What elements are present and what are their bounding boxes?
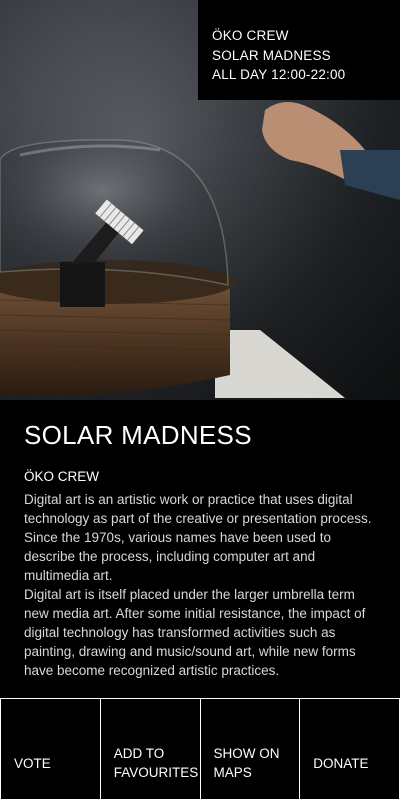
show-on-maps-button[interactable]: SHOW ON MAPS [199, 698, 301, 800]
maps-label-line1: SHOW ON [213, 746, 280, 761]
event-info-box: ÖKO CREW SOLAR MADNESS ALL DAY 12:00-22:… [198, 0, 400, 100]
favourites-label-line2: FAVOURITES [113, 765, 199, 780]
vote-label: VOTE [14, 755, 51, 771]
artist-name: ÖKO CREW [24, 469, 100, 484]
favourites-label-line1: ADD TO [113, 746, 165, 761]
donate-label: DONATE [313, 755, 369, 771]
add-to-favourites-button[interactable]: ADD TO FAVOURITES [99, 698, 201, 800]
info-title: SOLAR MADNESS [212, 47, 331, 63]
description-paragraph: Digital art is an artistic work or pract… [24, 492, 372, 583]
page-title: SOLAR MADNESS [24, 420, 252, 450]
event-details: SOLAR MADNESS ÖKO CREW Digital art is an… [24, 418, 380, 680]
donate-button[interactable]: DONATE [299, 698, 400, 800]
vote-button[interactable]: VOTE [0, 698, 101, 800]
description: Digital art is an artistic work or pract… [24, 490, 380, 680]
maps-label-line2: MAPS [213, 765, 252, 780]
info-schedule: ALL DAY 12:00-22:00 [212, 67, 346, 82]
info-artist: ÖKO CREW [212, 28, 289, 43]
action-bar: VOTE ADD TO FAVOURITES SHOW ON MAPS DONA… [0, 698, 400, 800]
description-paragraph: Digital art is itself placed under the l… [24, 587, 366, 678]
